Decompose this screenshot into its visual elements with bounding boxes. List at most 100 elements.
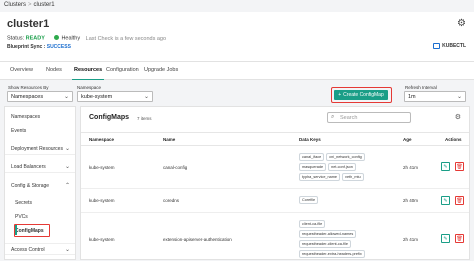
data-key-chip: canal_iface	[299, 153, 325, 161]
column-name[interactable]: Name	[163, 137, 175, 142]
cluster-header: cluster1 Status: READY Healthy Last Chec…	[0, 12, 474, 62]
tab-configuration[interactable]: Configuration	[106, 67, 139, 73]
page-title: cluster1	[7, 18, 50, 30]
row-age: 2h 41m	[403, 165, 419, 170]
column-namespace[interactable]: Namespace	[89, 137, 114, 142]
row-age: 2h 41m	[403, 237, 419, 242]
namespace-select[interactable]: kube-system ⌄	[77, 91, 153, 102]
tab-bar: Overview Nodes Resources Configuration U…	[0, 62, 474, 80]
tab-upgrade-jobs[interactable]: Upgrade Jobs	[144, 67, 178, 73]
terminal-icon	[433, 43, 441, 49]
row-actions: ✎ 🗑	[441, 162, 464, 171]
data-key-chip: net-conf.json	[328, 163, 356, 171]
search-placeholder: Search	[340, 115, 358, 121]
status-value: READY	[25, 35, 45, 42]
edit-icon[interactable]: ✎	[441, 196, 450, 205]
delete-icon[interactable]: 🗑	[455, 162, 464, 171]
sidebar-item-label: Events	[11, 128, 27, 134]
sidebar-item-label: Secrets	[15, 200, 32, 206]
delete-icon[interactable]: 🗑	[455, 196, 464, 205]
row-actions: ✎ 🗑	[441, 234, 464, 243]
configmaps-highlight	[14, 224, 50, 237]
data-key-chip: requestheader-allowed-names	[299, 230, 357, 238]
tab-resources[interactable]: Resources	[71, 67, 105, 80]
chevron-down-icon: ⌄	[456, 94, 462, 100]
chevron-down-icon: ⌄	[64, 146, 70, 152]
data-key-chip: cni_network_config	[326, 153, 365, 161]
data-key-chip: masquerade	[299, 163, 327, 171]
last-check-text: Last Check is a few seconds ago	[85, 35, 167, 42]
search-input[interactable]: ⌕ Search	[327, 112, 411, 123]
resource-sidebar: Namespaces Events Deployment Resources ⌄ …	[4, 106, 76, 260]
table-row: kube-system coredns Corefile 2h 40m ✎ 🗑	[81, 189, 469, 213]
breadcrumb-separator: >	[28, 2, 32, 8]
row-name[interactable]: extension-apiserver-authentication	[163, 237, 232, 242]
blueprint-value: SUCCESS	[46, 44, 71, 50]
items-count: 7 items	[137, 116, 152, 121]
health-status: Healthy	[61, 35, 81, 42]
show-resources-value: Namespaces	[11, 94, 44, 100]
status-label: Status:	[7, 35, 25, 42]
sidebar-item-label: Access Control	[11, 247, 45, 253]
gear-icon[interactable]: ⚙	[457, 18, 466, 29]
table-header: Namespace Name Data Keys Age Actions	[81, 132, 469, 146]
sidebar-item-events[interactable]: Events	[5, 125, 75, 137]
table-row: kube-system canal-config canal_iface cni…	[81, 147, 469, 189]
selected-indicator	[15, 225, 17, 235]
row-namespace: kube-system	[89, 165, 115, 170]
row-name[interactable]: canal-config	[163, 165, 187, 170]
sidebar-item-secrets[interactable]: Secrets	[5, 197, 75, 209]
sidebar-item-label: Load Balancers	[11, 164, 46, 170]
kubectl-button[interactable]: KUBECTL	[433, 43, 466, 49]
create-configmap-button[interactable]: + Create ConfigMap	[334, 90, 388, 100]
sidebar-item-label: PVCs	[15, 214, 28, 220]
sidebar-group-config-storage[interactable]: Config & Storage ⌃	[5, 180, 75, 192]
table-row: kube-system extension-apiserver-authenti…	[81, 214, 469, 261]
sidebar-group-deployment-resources[interactable]: Deployment Resources ⌄	[5, 143, 75, 155]
tab-overview[interactable]: Overview	[10, 67, 33, 73]
blueprint-label: Blueprint Sync :	[7, 44, 46, 50]
data-key-chip: client-ca-file	[299, 220, 326, 228]
column-age[interactable]: Age	[403, 137, 412, 142]
data-key-chip: typha_service_name	[299, 173, 341, 181]
breadcrumb-current: cluster1	[33, 2, 55, 8]
row-name[interactable]: coredns	[163, 198, 179, 203]
show-resources-select[interactable]: Namespaces ⌄	[7, 91, 73, 102]
sidebar-group-load-balancers[interactable]: Load Balancers ⌄	[5, 161, 75, 173]
plus-icon: +	[338, 92, 342, 98]
breadcrumb: Clusters > cluster1	[4, 2, 55, 8]
chevron-up-icon: ⌃	[64, 183, 70, 189]
configmaps-panel: ConfigMaps 7 items ⌕ Search ⚙ Namespace …	[80, 106, 470, 260]
sidebar-item-label: Config & Storage	[11, 183, 50, 189]
sidebar-item-label: Namespaces	[11, 114, 41, 120]
edit-icon[interactable]: ✎	[441, 234, 450, 243]
namespace-label: Namespace	[77, 85, 102, 90]
delete-icon[interactable]: 🗑	[455, 234, 464, 243]
sidebar-item-pvcs[interactable]: PVCs	[5, 211, 75, 223]
blueprint-sync: Blueprint Sync : SUCCESS	[7, 44, 71, 50]
panel-title: ConfigMaps	[89, 114, 130, 121]
data-key-chip: Corefile	[299, 196, 319, 204]
refresh-interval-select[interactable]: 1m ⌄	[404, 91, 466, 102]
namespace-value: kube-system	[81, 94, 113, 100]
chevron-down-icon: ⌄	[63, 94, 69, 100]
healthy-dot-icon	[54, 35, 60, 40]
tab-nodes[interactable]: Nodes	[46, 67, 62, 73]
search-icon: ⌕	[331, 114, 335, 120]
show-resources-label: Show Resources By	[8, 85, 49, 90]
sidebar-group-access-control[interactable]: Access Control ⌄	[5, 243, 75, 255]
sidebar-item-namespaces[interactable]: Namespaces	[5, 111, 75, 123]
data-keys: canal_iface cni_network_config masquerad…	[299, 153, 389, 181]
breadcrumb-clusters[interactable]: Clusters	[4, 2, 26, 8]
data-key-chip: veth_mtu	[342, 173, 364, 181]
sidebar-item-label: Deployment Resources	[11, 146, 63, 152]
row-actions: ✎ 🗑	[441, 196, 464, 205]
data-key-chip: requestheader-extra-headers-prefix	[299, 250, 365, 258]
gear-icon[interactable]: ⚙	[455, 113, 461, 121]
chevron-down-icon: ⌄	[143, 94, 149, 100]
row-namespace: kube-system	[89, 198, 115, 203]
row-namespace: kube-system	[89, 237, 115, 242]
kubectl-label: KUBECTL	[442, 43, 466, 49]
refresh-interval-label: Refresh Interval	[405, 85, 437, 90]
edit-icon[interactable]: ✎	[441, 162, 450, 171]
